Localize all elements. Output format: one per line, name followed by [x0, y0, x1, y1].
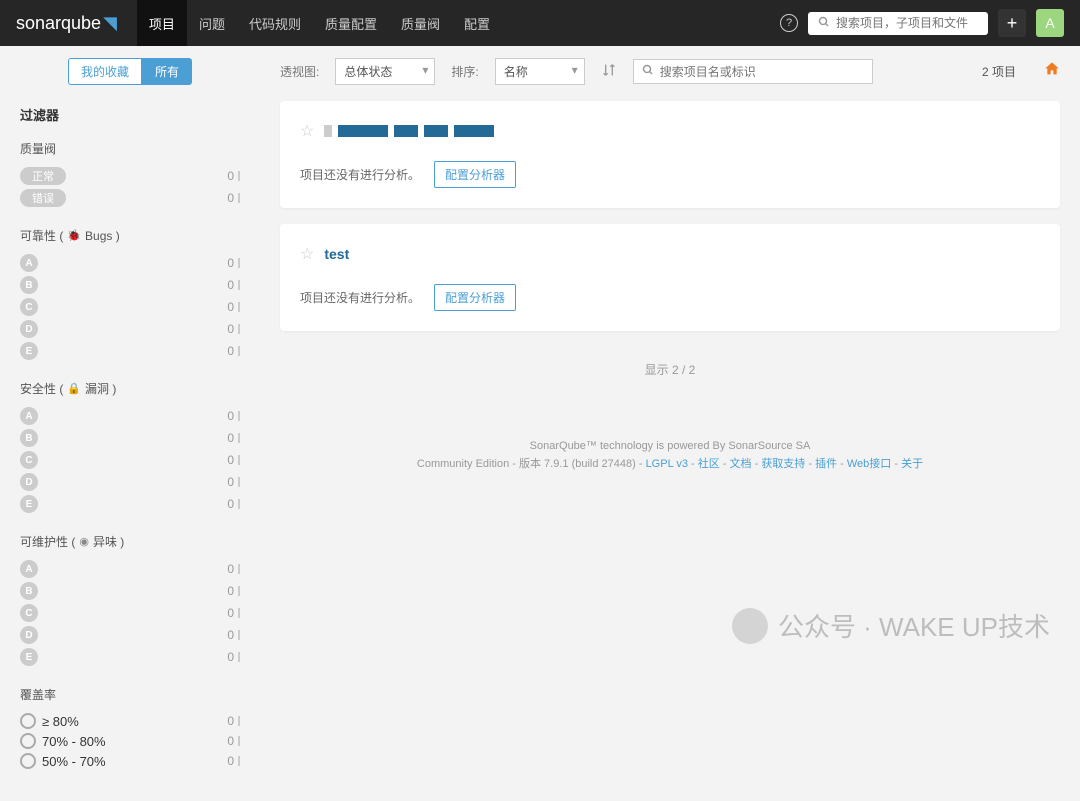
footer-link[interactable]: 关于: [901, 458, 923, 470]
footer: SonarQube™ technology is powered By Sona…: [280, 438, 1060, 473]
project-name-link[interactable]: test: [324, 246, 349, 262]
filter-group: 安全性 ( 🔒 漏洞 ) A0B0C0D0E0: [20, 380, 240, 515]
sort-dropdown[interactable]: 名称: [495, 58, 585, 85]
content: 透视图: 总体状态 排序: 名称 2 项目 ☆项目还没有进行分析。配置分析器☆t…: [260, 46, 1080, 801]
project-search-input[interactable]: [660, 65, 864, 79]
filter-item[interactable]: C0: [20, 602, 240, 624]
header: sonarqube ◥ 项目 问题 代码规则 质量配置 质量阀 配置 ? + A: [0, 0, 1080, 46]
filter-group: 可靠性 ( 🐞 Bugs ) A0B0C0D0E0: [20, 227, 240, 362]
project-search[interactable]: [633, 59, 873, 84]
filter-group-title: 安全性 ( 🔒 漏洞 ): [20, 380, 240, 397]
create-button[interactable]: +: [998, 9, 1026, 37]
filter-item[interactable]: 50% - 70%0: [20, 751, 240, 771]
filters-title: 过滤器: [20, 105, 240, 124]
fav-tabs: 我的收藏 所有: [20, 58, 240, 85]
sort-label: 排序:: [451, 63, 478, 80]
filter-item[interactable]: ≥ 80%0: [20, 711, 240, 731]
filter-group-title: 可维护性 ( ◉ 异味 ): [20, 533, 240, 550]
filter-group: 覆盖率 ≥ 80%070% - 80%050% - 70%0: [20, 686, 240, 771]
footer-link[interactable]: 社区: [698, 458, 720, 470]
filter-item[interactable]: C0: [20, 296, 240, 318]
sort-direction-icon[interactable]: [601, 62, 617, 81]
filter-group-title: 覆盖率: [20, 686, 240, 703]
filter-item[interactable]: 正常0: [20, 165, 240, 187]
no-analysis-text: 项目还没有进行分析。: [300, 289, 420, 306]
footer-line1: SonarQube™ technology is powered By Sona…: [280, 438, 1060, 456]
filter-group-title: 质量阀: [20, 140, 240, 157]
nav-issues[interactable]: 问题: [187, 0, 237, 46]
project-card: ☆ test 项目还没有进行分析。配置分析器: [280, 224, 1060, 331]
nav-admin[interactable]: 配置: [452, 0, 502, 46]
filter-item[interactable]: A0: [20, 405, 240, 427]
filter-item[interactable]: A0: [20, 558, 240, 580]
logo-text: sonarqube: [16, 13, 101, 34]
search-icon: [818, 16, 830, 31]
header-right: ? + A: [780, 9, 1064, 37]
project-card: ☆ 项目还没有进行分析。配置分析器: [280, 101, 1060, 208]
perspective-dropdown[interactable]: 总体状态: [335, 58, 435, 85]
search-icon: [642, 64, 654, 79]
logo[interactable]: sonarqube ◥: [16, 13, 117, 34]
footer-link[interactable]: LGPL v3: [646, 458, 688, 470]
footer-link[interactable]: Web接口: [847, 458, 891, 470]
filter-group: 可维护性 ( ◉ 异味 ) A0B0C0D0E0: [20, 533, 240, 668]
global-search[interactable]: [808, 12, 988, 35]
nav-projects[interactable]: 项目: [137, 0, 187, 46]
project-name-link[interactable]: [324, 125, 494, 137]
configure-analysis-button[interactable]: 配置分析器: [434, 161, 516, 188]
project-count: 2 项目: [982, 63, 1016, 80]
filter-group-title: 可靠性 ( 🐞 Bugs ): [20, 227, 240, 244]
avatar[interactable]: A: [1036, 9, 1064, 37]
perspective-label: 透视图:: [280, 63, 319, 80]
filter-item[interactable]: E0: [20, 646, 240, 668]
favorite-star-icon[interactable]: ☆: [300, 121, 314, 141]
nav-quality-gates[interactable]: 质量阀: [389, 0, 452, 46]
favorite-star-icon[interactable]: ☆: [300, 244, 314, 264]
filter-item[interactable]: B0: [20, 274, 240, 296]
showing-count: 显示 2 / 2: [280, 361, 1060, 378]
no-analysis-text: 项目还没有进行分析。: [300, 166, 420, 183]
filter-item[interactable]: D0: [20, 624, 240, 646]
footer-line2: Community Edition - 版本 7.9.1 (build 2744…: [280, 456, 1060, 474]
footer-link[interactable]: 获取支持: [761, 458, 805, 470]
filter-item[interactable]: B0: [20, 580, 240, 602]
filter-item[interactable]: D0: [20, 318, 240, 340]
filter-item[interactable]: 错误0: [20, 187, 240, 209]
filter-item[interactable]: E0: [20, 340, 240, 362]
filter-item[interactable]: C0: [20, 449, 240, 471]
nav-quality-profiles[interactable]: 质量配置: [313, 0, 389, 46]
filter-item[interactable]: D0: [20, 471, 240, 493]
tab-all[interactable]: 所有: [142, 58, 192, 85]
tab-my-favorites[interactable]: 我的收藏: [68, 58, 142, 85]
nav-rules[interactable]: 代码规则: [237, 0, 313, 46]
filter-item[interactable]: B0: [20, 427, 240, 449]
logo-mark-icon: ◥: [103, 13, 117, 34]
home-icon[interactable]: [1044, 61, 1060, 82]
sidebar: 我的收藏 所有 过滤器 质量阀正常0错误0可靠性 ( 🐞 Bugs )A0B0C…: [0, 46, 260, 801]
global-search-input[interactable]: [836, 16, 978, 30]
filter-item[interactable]: A0: [20, 252, 240, 274]
footer-link[interactable]: 文档: [730, 458, 752, 470]
configure-analysis-button[interactable]: 配置分析器: [434, 284, 516, 311]
filter-group: 质量阀正常0错误0: [20, 140, 240, 209]
toolbar: 透视图: 总体状态 排序: 名称 2 项目: [280, 58, 1060, 85]
filter-item[interactable]: 70% - 80%0: [20, 731, 240, 751]
help-icon[interactable]: ?: [780, 14, 798, 32]
main-nav: 项目 问题 代码规则 质量配置 质量阀 配置: [137, 0, 502, 46]
filter-item[interactable]: E0: [20, 493, 240, 515]
footer-link[interactable]: 插件: [815, 458, 837, 470]
